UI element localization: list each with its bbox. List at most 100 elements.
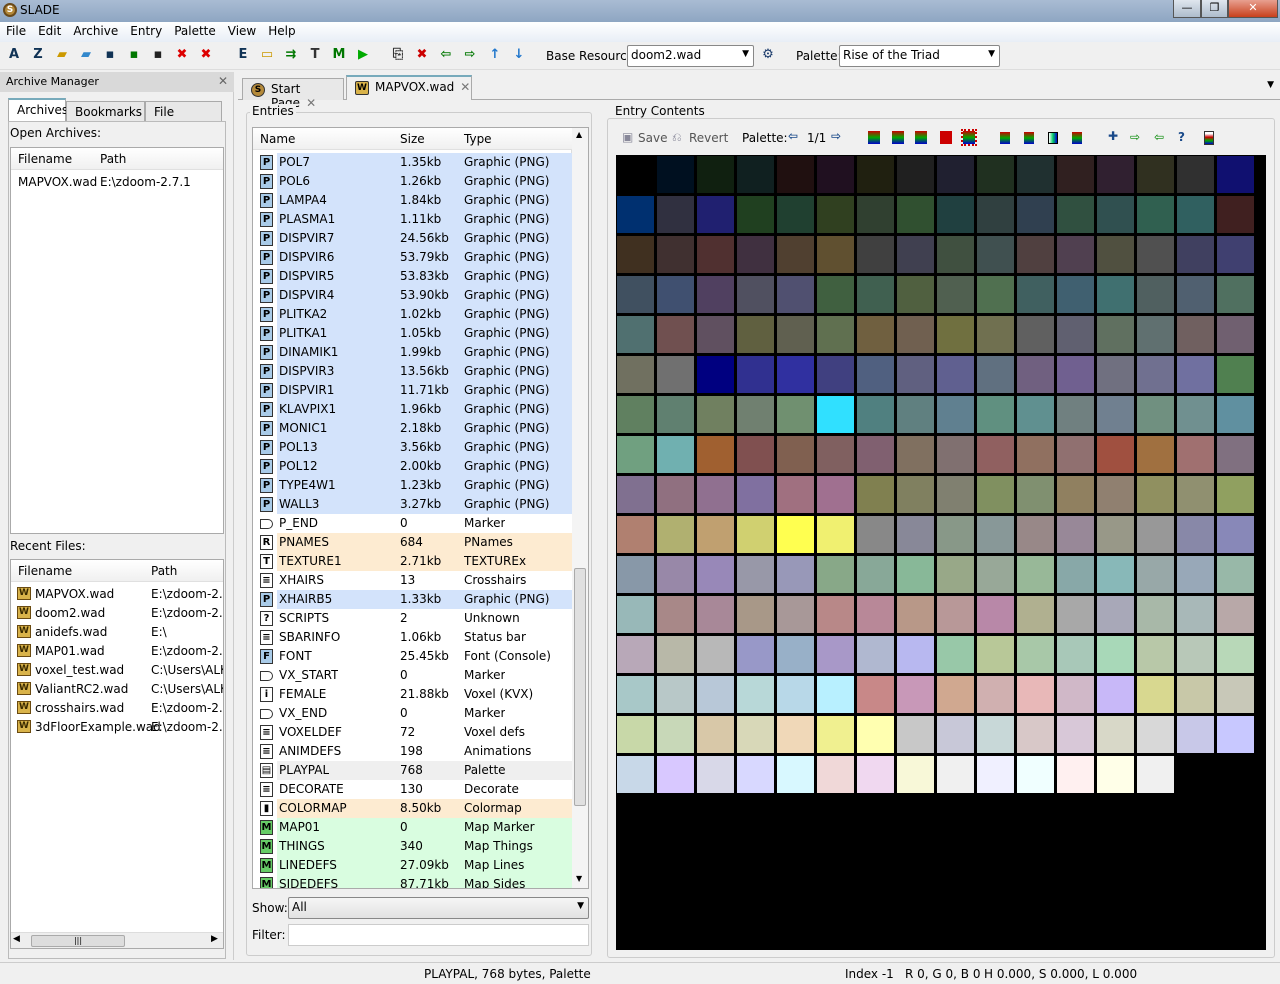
palette-swatch[interactable] (657, 716, 694, 753)
palette-swatch[interactable] (1137, 396, 1174, 433)
palette-swatch[interactable] (657, 476, 694, 513)
entry-row[interactable]: P POL6 1.26kb Graphic (PNG) (259, 172, 572, 191)
palette-swatch[interactable] (857, 716, 894, 753)
menu-archive[interactable]: Archive (67, 22, 124, 38)
palette-swatch[interactable] (657, 556, 694, 593)
entry-row[interactable]: ≡ DECORATE 130 Decorate (259, 780, 572, 799)
vertical-scrollbar[interactable]: ▲ ▼ (571, 128, 588, 888)
palette-swatch[interactable] (1177, 436, 1214, 473)
export-palette-icon[interactable] (892, 131, 904, 144)
move-up-palette-icon[interactable] (1000, 132, 1010, 144)
palette-swatch[interactable] (1057, 636, 1094, 673)
palette-swatch[interactable] (777, 476, 814, 513)
palette-swatch[interactable] (1177, 276, 1214, 313)
entry-row[interactable]: ⊃ VX_END 0 Marker (259, 704, 572, 723)
palette-swatch[interactable] (617, 356, 654, 393)
palette-swatch[interactable] (977, 476, 1014, 513)
palette-swatch[interactable] (777, 196, 814, 233)
palette-swatch[interactable] (1097, 316, 1134, 353)
entry-row[interactable]: M MAP01 0 Map Marker (259, 818, 572, 837)
palette-swatch[interactable] (617, 476, 654, 513)
palette-swatch[interactable] (1137, 276, 1174, 313)
palette-swatch[interactable] (897, 676, 934, 713)
palette-swatch[interactable] (857, 156, 894, 193)
palette-swatch[interactable] (1177, 636, 1214, 673)
palette-swatch[interactable] (1137, 596, 1174, 633)
palette-swatch[interactable] (1017, 516, 1054, 553)
close-icon[interactable]: ✖ (174, 47, 190, 63)
palette-swatch[interactable] (1097, 276, 1134, 313)
palette-swatch[interactable] (777, 356, 814, 393)
entries-list[interactable]: ▲ ▼ Name Size Type P POL7 1.35kb Graphic (PNG)… (252, 127, 589, 889)
list-item[interactable]: Wvoxel_test.wad C:\Users\ALK (11, 661, 223, 680)
palette-swatch[interactable] (1177, 236, 1214, 273)
palette-swatch[interactable] (1097, 356, 1134, 393)
palette-swatch[interactable] (1057, 276, 1094, 313)
palette-swatch[interactable] (617, 716, 654, 753)
entry-row[interactable]: P TYPE4W1 1.23kb Graphic (PNG) (259, 476, 572, 495)
column-header-filename[interactable]: Filename (18, 152, 72, 166)
close-window-button[interactable]: ✕ (1228, 0, 1278, 18)
palette-swatch[interactable] (1017, 716, 1054, 753)
menu-help[interactable]: Help (262, 22, 301, 38)
palette-swatch[interactable] (1097, 196, 1134, 233)
close-tab-icon[interactable]: ✕ (460, 80, 470, 94)
palette-swatch[interactable] (857, 676, 894, 713)
palette-canvas[interactable] (616, 155, 1266, 950)
base-resource-select[interactable]: doom2.wad ▼ (627, 45, 754, 67)
palette-swatch[interactable] (617, 516, 654, 553)
palette-swatch[interactable] (617, 156, 654, 193)
scroll-left-icon[interactable]: ◀ (13, 934, 20, 944)
palette-swatch[interactable] (977, 636, 1014, 673)
palette-swatch[interactable] (1137, 676, 1174, 713)
palette-swatch[interactable] (897, 156, 934, 193)
palette-swatch[interactable] (977, 156, 1014, 193)
palette-swatch[interactable] (1017, 756, 1054, 793)
palette-swatch[interactable] (697, 756, 734, 793)
palette-swatch[interactable] (1017, 676, 1054, 713)
entry-row[interactable]: ≡ SBARINFO 1.06kb Status bar (259, 628, 572, 647)
palette-swatch[interactable] (1097, 596, 1134, 633)
palette-swatch[interactable] (1217, 196, 1254, 233)
palette-swatch[interactable] (1177, 516, 1214, 553)
entry-row[interactable]: P XHAIRB5 1.33kb Graphic (PNG) (259, 590, 572, 609)
palette-swatch[interactable] (1137, 356, 1174, 393)
palette-swatch[interactable] (737, 556, 774, 593)
column-header-path[interactable]: Path (100, 152, 126, 166)
palette-swatch[interactable] (817, 236, 854, 273)
palette-swatch[interactable] (1097, 756, 1134, 793)
palette-swatch[interactable] (937, 596, 974, 633)
palette-swatch[interactable] (737, 476, 774, 513)
palette-swatch[interactable] (697, 236, 734, 273)
palette-swatch[interactable] (857, 476, 894, 513)
test-icon[interactable]: ? (1178, 130, 1185, 144)
palette-swatch[interactable] (977, 196, 1014, 233)
palette-swatch[interactable] (1097, 716, 1134, 753)
entry-row[interactable]: P POL13 3.56kb Graphic (PNG) (259, 438, 572, 457)
palette-swatch[interactable] (857, 436, 894, 473)
palette-swatch[interactable] (777, 236, 814, 273)
palette-swatch[interactable] (737, 276, 774, 313)
move-down-icon[interactable]: ↓ (511, 47, 527, 63)
palette-swatch[interactable] (1017, 276, 1054, 313)
palette-swatch[interactable] (897, 436, 934, 473)
palette-swatch[interactable] (817, 716, 854, 753)
palette-swatch[interactable] (1177, 356, 1214, 393)
close-tab-icon[interactable]: ✕ (306, 96, 316, 110)
entry-row[interactable]: ≡ VOXELDEF 72 Voxel defs (259, 723, 572, 742)
palette-swatch[interactable] (1137, 436, 1174, 473)
remove-palette-icon[interactable] (940, 131, 952, 144)
palette-swatch[interactable] (697, 636, 734, 673)
palette-swatch[interactable] (937, 356, 974, 393)
palette-swatch[interactable] (937, 436, 974, 473)
palette-swatch[interactable] (977, 276, 1014, 313)
palette-swatch[interactable] (1057, 156, 1094, 193)
list-item[interactable]: Wdoom2.wad E:\zdoom-2.7 (11, 604, 223, 623)
palette-swatch[interactable] (617, 276, 654, 313)
colourise-icon[interactable] (1048, 132, 1058, 144)
palette-swatch[interactable] (1057, 236, 1094, 273)
horizontal-scrollbar[interactable]: ◀ ||| ▶ (11, 932, 223, 948)
palette-swatch[interactable] (1097, 636, 1134, 673)
palette-swatch[interactable] (937, 236, 974, 273)
palette-swatch[interactable] (817, 596, 854, 633)
